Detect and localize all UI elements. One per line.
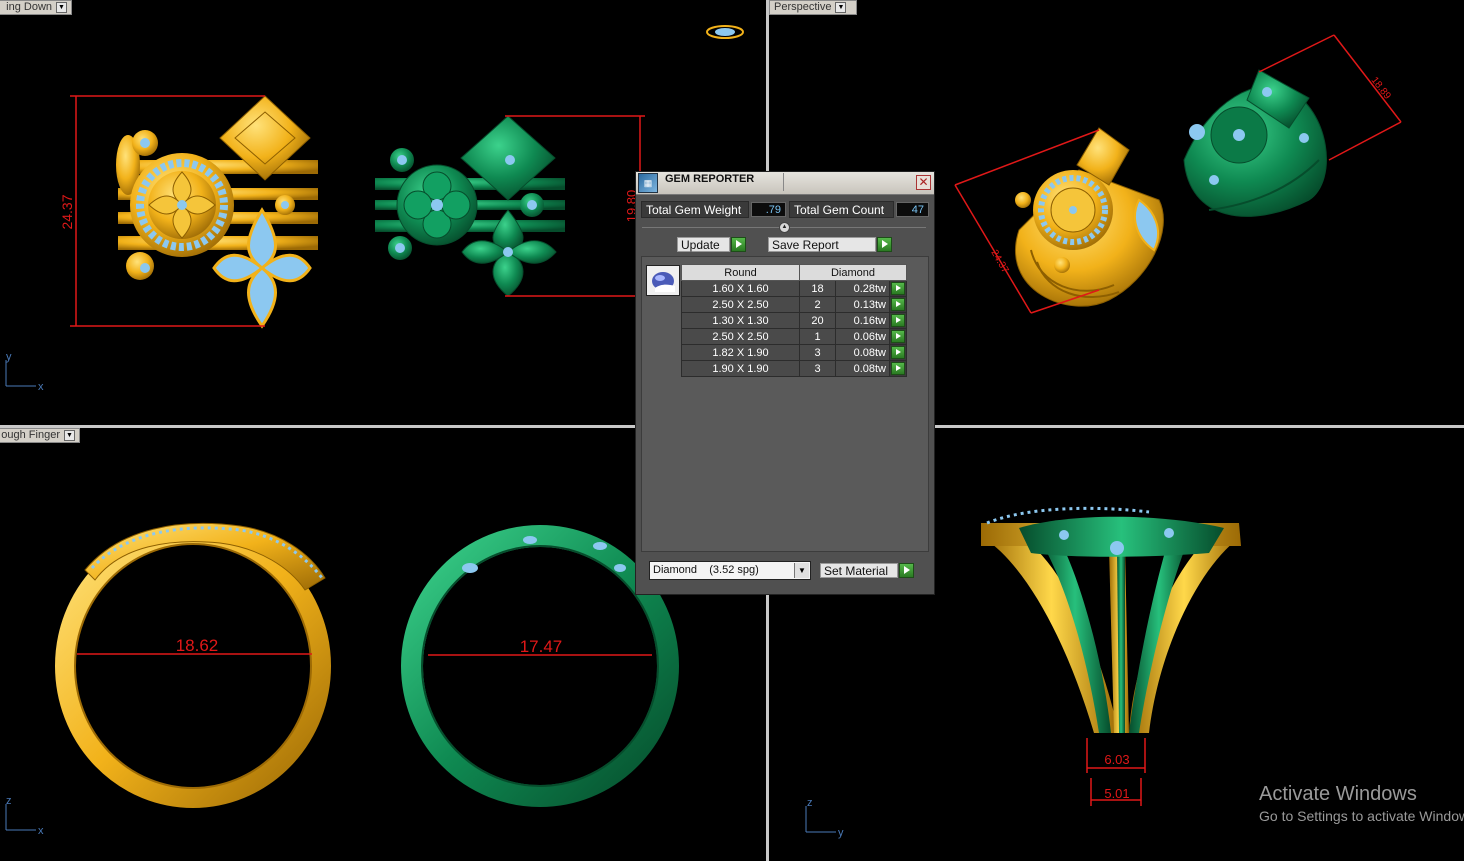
dimension-gold-inner-diameter: 18.62 <box>176 636 219 655</box>
gem-reporter-app-icon: ▦ <box>638 173 658 193</box>
green-ring-front-view <box>401 525 679 807</box>
row-select-icon[interactable] <box>891 298 905 311</box>
gem-count: 20 <box>799 312 836 329</box>
set-material-go-icon[interactable] <box>899 563 914 578</box>
close-icon[interactable]: ✕ <box>916 175 931 190</box>
collapse-toggle-icon[interactable]: ▲ <box>779 222 790 233</box>
axis-indicator-bottom-left: z x <box>5 795 44 837</box>
total-gem-count-label: Total Gem Count <box>789 201 894 218</box>
gem-size: 1.90 X 1.90 <box>681 360 800 377</box>
total-gem-weight-value: .79 <box>751 202 786 217</box>
gem-report-table: Round Diamond 1.60 X 1.60 18 0.28tw 2.50… <box>681 264 907 377</box>
viewport-view-name: Perspective <box>774 1 832 13</box>
dimension-perspective-width: 18.89 <box>1369 75 1393 102</box>
gem-count: 3 <box>799 360 836 377</box>
axis-indicator-bottom-right: z y <box>805 797 844 839</box>
gem-weight: 0.28tw <box>835 280 890 297</box>
gold-ring-top-view <box>116 95 318 329</box>
green-ring-top-view <box>375 115 565 297</box>
material-select[interactable]: Diamond (3.52 spg) ▼ <box>649 561 811 580</box>
gem-weight: 0.06tw <box>835 328 890 345</box>
gold-ring-front-view <box>55 522 331 808</box>
row-select-icon[interactable] <box>891 330 905 343</box>
gem-weight: 0.08tw <box>835 344 890 361</box>
gem-size: 1.30 X 1.30 <box>681 312 800 329</box>
viewport-view-selector-perspective[interactable]: Perspective ▼ <box>769 0 857 15</box>
ring-side-view <box>981 506 1241 733</box>
gem-size: 1.82 X 1.90 <box>681 344 800 361</box>
gem-reporter-panel: ▦ GEM REPORTER ✕ Total Gem Weight .79 To… <box>635 171 935 595</box>
gem-reporter-title: GEM REPORTER <box>665 173 784 191</box>
row-select-icon[interactable] <box>891 346 905 359</box>
dimension-shank-bottom-width: 5.01 <box>1104 786 1129 801</box>
svg-text:x: x <box>38 381 44 393</box>
gem-shape-icon <box>652 272 675 292</box>
table-row[interactable]: 1.30 X 1.30 20 0.16tw <box>681 312 907 329</box>
gem-weight: 0.08tw <box>835 360 890 377</box>
row-select-icon[interactable] <box>891 362 905 375</box>
svg-text:y: y <box>838 827 844 839</box>
gem-weight: 0.13tw <box>835 296 890 313</box>
chevron-down-icon[interactable]: ▼ <box>64 430 75 441</box>
chevron-down-icon[interactable]: ▼ <box>794 563 809 578</box>
update-button[interactable]: Update <box>677 237 730 252</box>
axis-indicator-top-left: y x <box>5 351 44 393</box>
gem-thumbnail[interactable] <box>646 265 680 296</box>
gold-ring-perspective <box>1015 127 1164 307</box>
material-select-value: Diamond (3.52 spg) <box>653 564 759 576</box>
gem-count: 18 <box>799 280 836 297</box>
gem-size: 1.60 X 1.60 <box>681 280 800 297</box>
viewport-view-name: ough Finger <box>1 429 60 441</box>
column-header-material[interactable]: Diamond <box>799 264 907 281</box>
table-row[interactable]: 1.60 X 1.60 18 0.28tw <box>681 280 907 297</box>
dimension-shank-width: 6.03 <box>1104 752 1129 767</box>
gem-weight: 0.16tw <box>835 312 890 329</box>
watermark-title: Activate Windows <box>1259 783 1417 805</box>
gem-size: 2.50 X 2.50 <box>681 296 800 313</box>
navigation-cube-icon <box>706 25 744 39</box>
update-go-icon[interactable] <box>731 237 746 252</box>
dimension-green-inner-diameter: 17.47 <box>520 637 563 656</box>
save-report-go-icon[interactable] <box>877 237 892 252</box>
column-header-shape[interactable]: Round <box>681 264 800 281</box>
viewport-view-selector-finger[interactable]: ough Finger ▼ <box>0 428 80 443</box>
watermark-subtitle: Go to Settings to activate Windows. <box>1259 808 1464 824</box>
svg-text:y: y <box>6 351 12 363</box>
set-material-button[interactable]: Set Material <box>820 563 898 578</box>
table-row[interactable]: 2.50 X 2.50 1 0.06tw <box>681 328 907 345</box>
gem-count: 1 <box>799 328 836 345</box>
dimension-length-label: 24.37 <box>59 194 75 229</box>
table-row[interactable]: 1.82 X 1.90 3 0.08tw <box>681 344 907 361</box>
total-gem-count-value: 47 <box>896 202 929 217</box>
svg-text:x: x <box>38 825 44 837</box>
total-gem-weight-label: Total Gem Weight <box>641 201 749 218</box>
activate-windows-watermark: Activate Windows Go to Settings to activ… <box>1259 783 1464 824</box>
chevron-down-icon[interactable]: ▼ <box>835 2 847 13</box>
table-row[interactable]: 2.50 X 2.50 2 0.13tw <box>681 296 907 313</box>
row-select-icon[interactable] <box>891 282 905 295</box>
viewport-view-name: ing Down <box>6 1 52 13</box>
svg-text:z: z <box>807 797 813 809</box>
gem-count: 2 <box>799 296 836 313</box>
table-row[interactable]: 1.90 X 1.90 3 0.08tw <box>681 360 907 377</box>
viewport-view-selector[interactable]: ing Down ▼ <box>0 0 72 15</box>
green-ring-perspective <box>1183 69 1327 217</box>
gem-size: 2.50 X 2.50 <box>681 328 800 345</box>
save-report-button[interactable]: Save Report <box>768 237 876 252</box>
gem-count: 3 <box>799 344 836 361</box>
row-select-icon[interactable] <box>891 314 905 327</box>
svg-text:z: z <box>6 795 12 807</box>
chevron-down-icon[interactable]: ▼ <box>56 2 67 13</box>
dimension-lines-front <box>77 653 652 656</box>
gem-reporter-titlebar[interactable]: ▦ GEM REPORTER ✕ <box>636 172 934 195</box>
dimension-perspective-length: 24.37 <box>988 248 1010 276</box>
